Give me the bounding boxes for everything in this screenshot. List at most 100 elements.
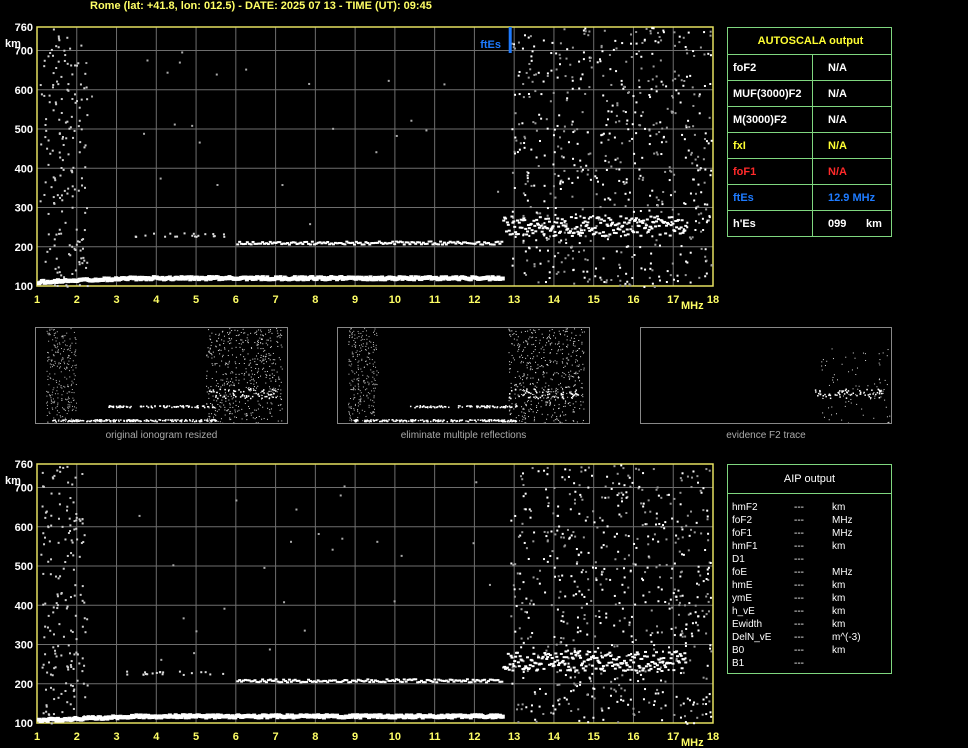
thumbnail-point: [192, 419, 194, 421]
noise-point: [632, 210, 635, 213]
noise-point: [703, 147, 706, 150]
noise-point: [522, 671, 525, 674]
noise-point: [673, 70, 676, 73]
thumbnail-point: [559, 422, 561, 424]
thumbnail-point: [521, 393, 523, 395]
noise-point: [612, 482, 615, 485]
thumbnail-point: [48, 340, 50, 342]
thumbnail-point: [214, 413, 216, 415]
noise-point: [703, 31, 706, 34]
thumbnail-point: [569, 386, 571, 388]
thumbnail-point: [581, 387, 583, 389]
thumbnail-point: [271, 363, 273, 365]
thumbnail-point: [532, 411, 534, 413]
noise-point: [534, 718, 537, 721]
noise-point: [661, 127, 664, 130]
noise-point: [601, 570, 604, 573]
thumbnail-point: [430, 405, 432, 407]
thumbnail-point: [822, 359, 824, 361]
trace-point: [261, 241, 265, 244]
noise-point: [558, 703, 561, 706]
noise-point: [697, 570, 700, 573]
trace-point: [194, 235, 197, 238]
thumbnail-point: [154, 419, 157, 422]
noise-point: [690, 486, 693, 489]
thumbnail-point: [559, 415, 561, 417]
thumbnail-point: [255, 422, 257, 424]
noise-point: [295, 508, 298, 511]
noise-point: [563, 130, 566, 133]
thumbnail-point: [276, 340, 278, 342]
thumbnail-point: [265, 342, 267, 344]
thumbnail-point: [558, 404, 560, 406]
y-tick-label: 500: [15, 124, 33, 136]
thumbnail-point: [509, 413, 511, 415]
thumbnail-point: [360, 397, 362, 399]
noise-point: [631, 137, 634, 140]
thumbnail-point: [396, 419, 399, 422]
noise-point: [592, 716, 595, 719]
noise-point: [565, 242, 568, 245]
thumbnail-point: [235, 367, 237, 369]
thumbnail-point: [60, 386, 62, 388]
thumbnail-point: [578, 370, 580, 372]
noise-point: [49, 686, 52, 689]
noise-point: [66, 509, 69, 512]
thumbnail-point: [49, 412, 51, 414]
noise-point: [629, 678, 632, 681]
autoscala-label: foF1: [733, 166, 757, 178]
noise-point: [689, 612, 692, 615]
noise-point: [82, 682, 85, 685]
thumbnail-point: [556, 363, 558, 365]
thumbnail-point: [224, 406, 226, 408]
thumbnail-point: [562, 358, 564, 360]
noise-point: [580, 606, 583, 609]
thumbnail-point: [200, 420, 203, 423]
thumbnail-point: [484, 419, 486, 421]
thumbnail-point: [574, 372, 576, 374]
noise-point: [554, 575, 557, 578]
trace-point: [517, 221, 521, 224]
noise-point: [544, 692, 547, 695]
noise-point: [625, 272, 628, 275]
autoscala-row: MUF(3000)F2 N/A: [728, 80, 891, 107]
thumbnail-point: [52, 389, 54, 391]
thumbnail-point: [568, 371, 570, 373]
thumbnail-point: [243, 374, 245, 376]
noise-point: [64, 599, 67, 602]
noise-point: [625, 491, 628, 494]
noise-point: [523, 272, 526, 275]
noise-point: [607, 118, 610, 121]
thumbnail-point: [277, 345, 279, 347]
noise-point: [524, 250, 527, 253]
thumbnail-point: [257, 341, 259, 343]
thumbnail-point: [348, 343, 350, 345]
thumbnail-point: [572, 344, 574, 346]
thumbnail-point: [64, 376, 66, 378]
thumbnail-point: [580, 404, 582, 406]
noise-point: [641, 111, 644, 114]
trace-point: [556, 217, 560, 220]
thumbnail-evidence-f2: [640, 327, 896, 444]
thumbnail-point: [54, 346, 56, 348]
noise-point: [665, 140, 668, 143]
noise-point: [71, 631, 74, 634]
thumbnail-point: [564, 405, 566, 407]
thumbnail-point: [235, 376, 237, 378]
thumbnail-point: [269, 346, 271, 348]
thumbnail-point: [494, 406, 496, 408]
thumbnail-point: [359, 400, 361, 402]
thumbnail-point: [884, 379, 886, 381]
noise-point: [704, 549, 707, 552]
autoscala-output-panel: AUTOSCALA output foF2 N/A MUF(3000)F2 N/A M(…: [727, 27, 892, 237]
thumbnail-point: [859, 391, 862, 394]
thumbnail-point: [850, 393, 853, 396]
thumbnail-point: [260, 348, 262, 350]
thumbnail-point: [545, 401, 547, 403]
noise-point: [673, 173, 676, 176]
thumbnail-point: [502, 420, 504, 423]
noise-point: [673, 713, 676, 716]
thumbnail-point: [376, 332, 378, 334]
noise-point: [68, 652, 71, 655]
noise-point: [653, 152, 656, 155]
